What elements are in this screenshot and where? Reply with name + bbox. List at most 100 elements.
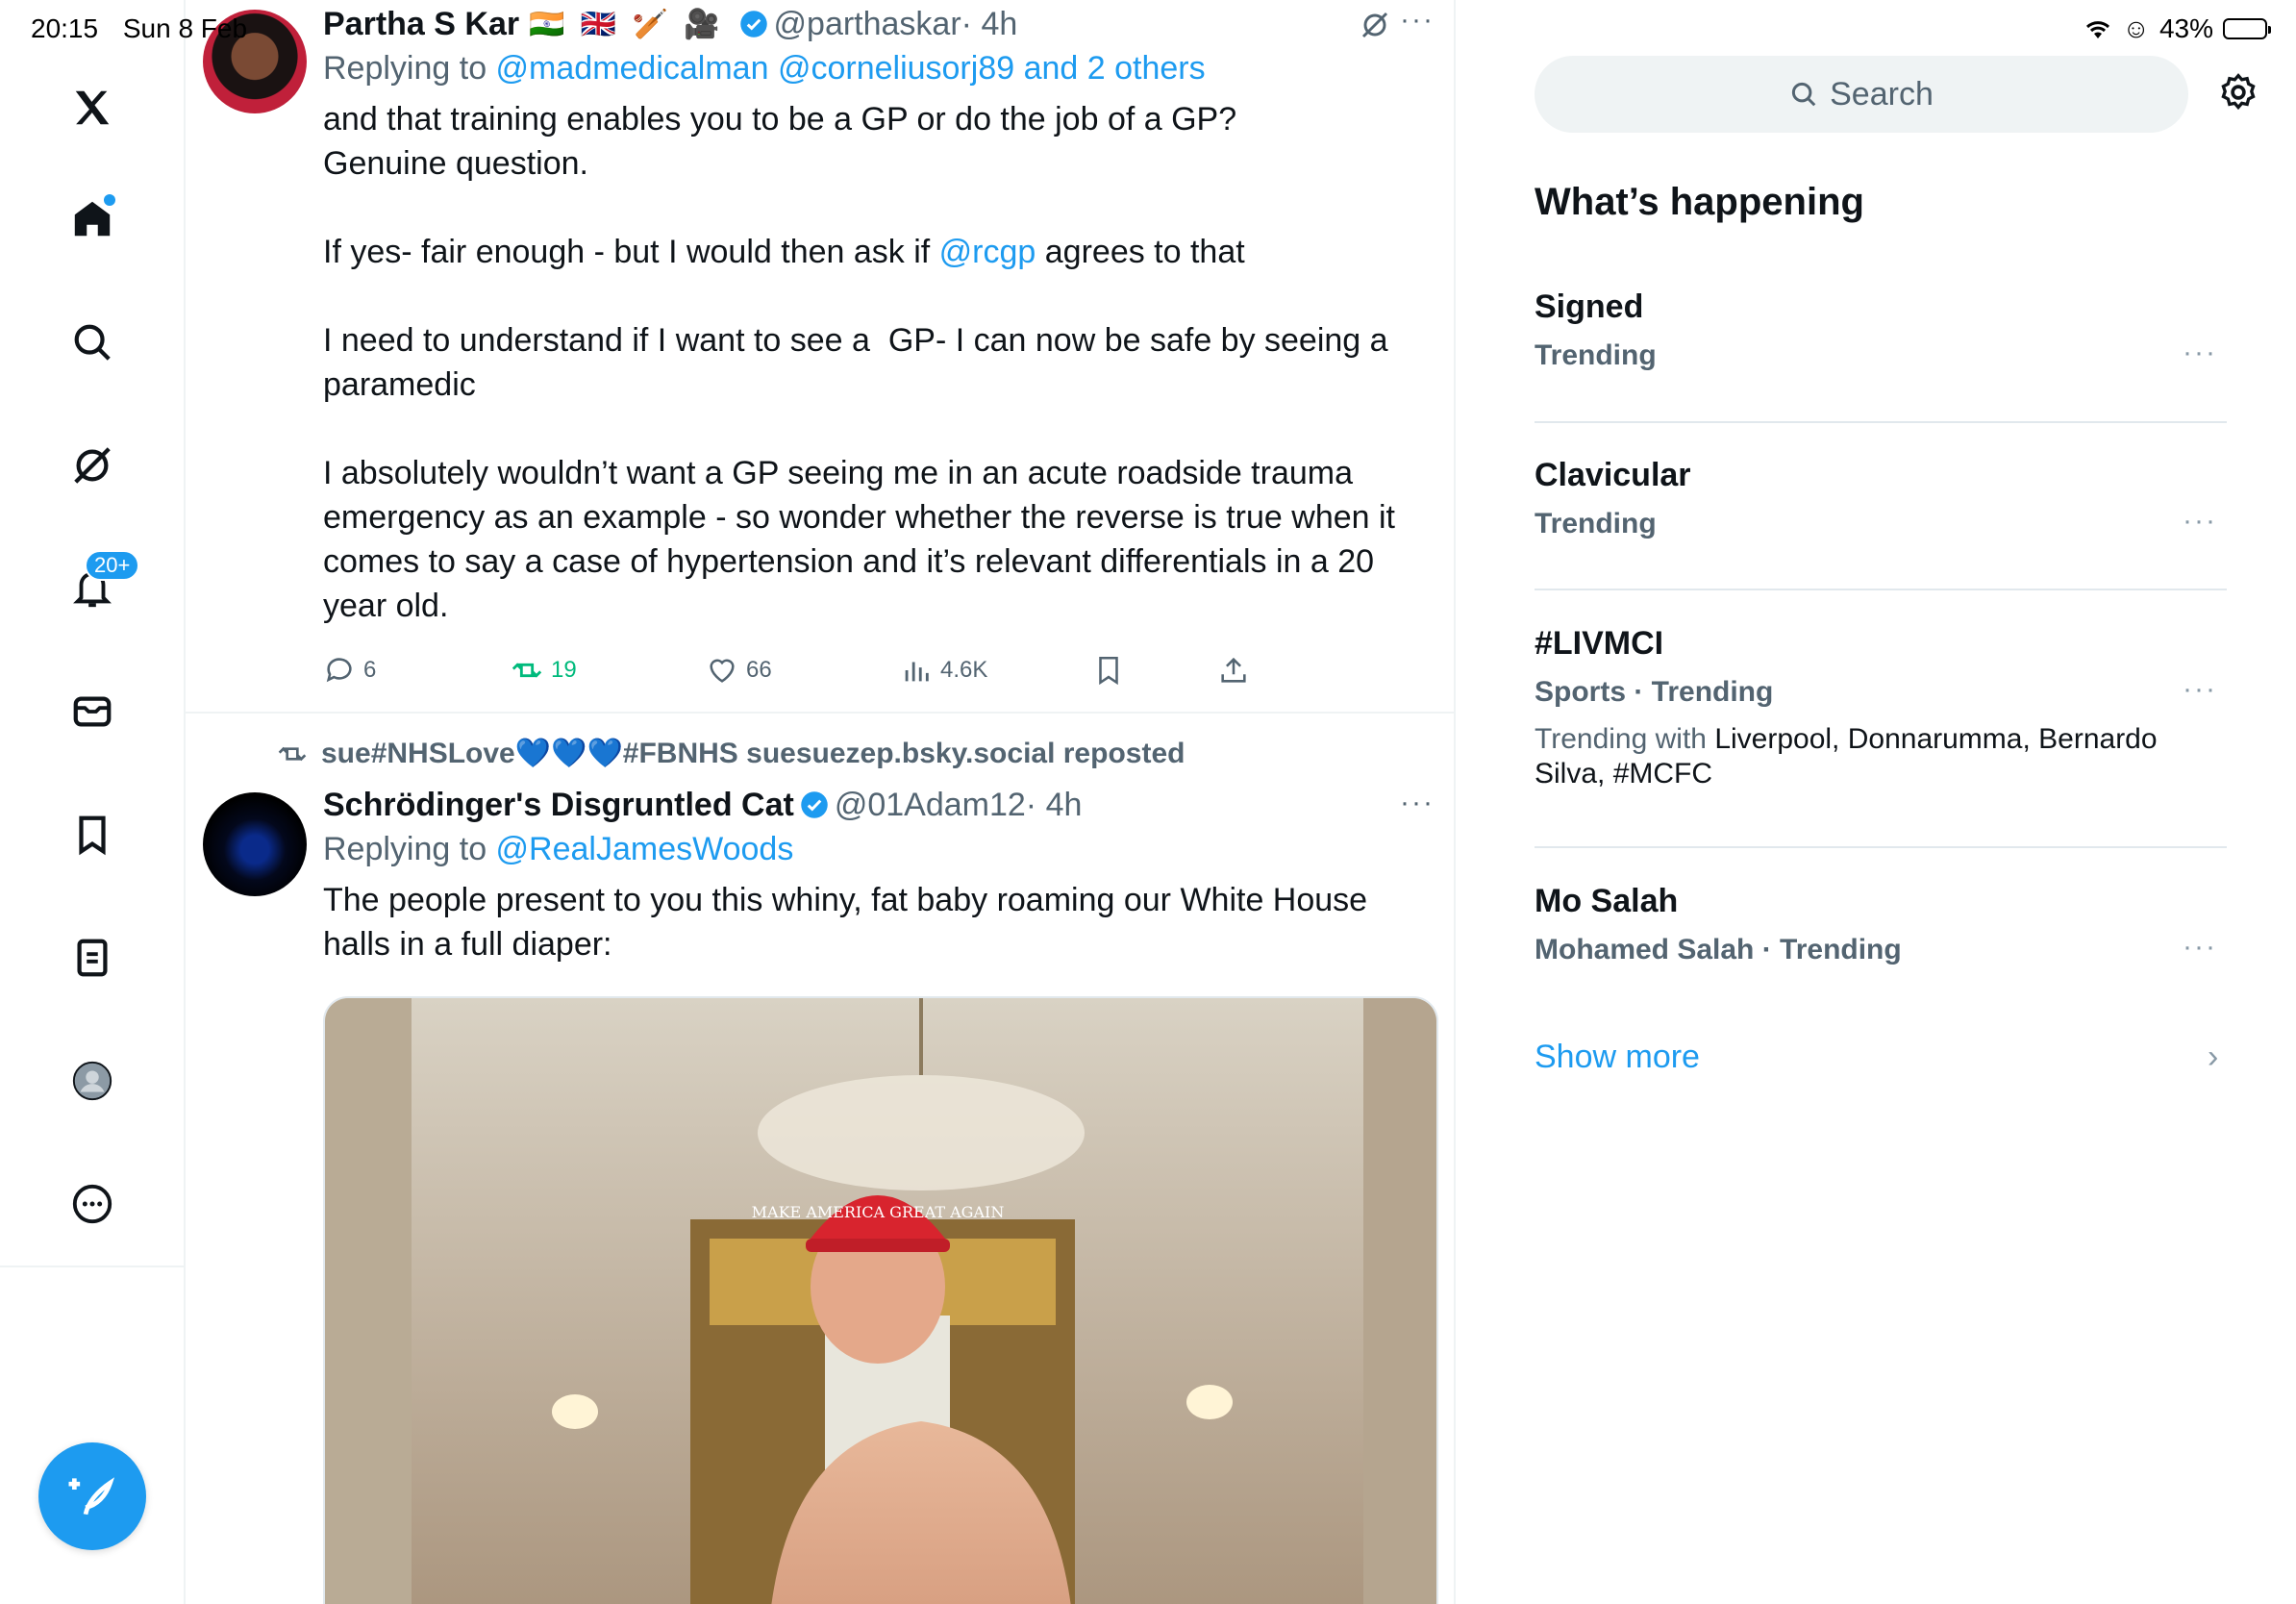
- replying-to: Replying to @madmedicalman @corneliusorj…: [323, 50, 1438, 88]
- trend-more-button[interactable]: ···: [2183, 337, 2217, 369]
- compose-feather-icon: [68, 1477, 115, 1516]
- heart-icon: [710, 659, 735, 683]
- like-count: 66: [746, 657, 772, 683]
- trend-item[interactable]: Clavicular Trending ···: [1535, 457, 2227, 540]
- gear-icon: [2221, 73, 2256, 111]
- right-sidebar: Search What’s happening Signed Trending …: [1458, 0, 2296, 1604]
- trend-item[interactable]: Signed Trending ···: [1535, 288, 2227, 372]
- replying-to: Replying to @RealJamesWoods: [323, 831, 1438, 868]
- trend-meta: Trending: [1535, 508, 1657, 539]
- notifications-bell-icon[interactable]: 20+: [63, 550, 140, 617]
- trend-divider: [1535, 846, 2227, 848]
- repost-context: sue#NHSLove💙💙💙#FBNHS suesuezep.bsky.soci…: [277, 737, 1185, 770]
- tweet[interactable]: Partha S Kar 🇮🇳 🇬🇧 🏏 🎥 @parthaskar · 4h …: [186, 0, 1454, 714]
- compose-post-button[interactable]: [38, 1442, 146, 1550]
- grok-icon: [1361, 12, 1388, 38]
- notifications-badge: 20+: [85, 550, 140, 581]
- tweet-header: Partha S Kar 🇮🇳 🇬🇧 🏏 🎥 @parthaskar · 4h: [323, 2, 1438, 46]
- tweet[interactable]: sue#NHSLove💙💙💙#FBNHS suesuezep.bsky.soci…: [186, 715, 1454, 1604]
- x-logo-icon[interactable]: [63, 79, 121, 137]
- replying-to-users[interactable]: @RealJamesWoods: [496, 831, 794, 867]
- tweet-content: Partha S Kar 🇮🇳 🇬🇧 🏏 🎥 @parthaskar · 4h …: [323, 2, 1438, 628]
- tweet-actions: 6 19 66 4.6K: [323, 654, 1246, 692]
- tweet-text: and that training enables you to be a GP…: [323, 97, 1438, 628]
- like-button[interactable]: 66: [706, 654, 772, 687]
- trend-title: Clavicular: [1535, 457, 1691, 493]
- trend-title: #LIVMCI: [1535, 625, 1664, 662]
- grok-icon[interactable]: [63, 437, 121, 494]
- trend-item[interactable]: Mo Salah Mohamed Salah · Trending ···: [1535, 883, 2227, 966]
- tweet-text: The people present to you this whiny, fa…: [323, 882, 1377, 963]
- trend-meta: Trending: [1535, 339, 1657, 371]
- search-icon[interactable]: [63, 313, 121, 371]
- lists-icon[interactable]: [63, 929, 121, 987]
- verified-badge-icon: [801, 791, 828, 818]
- nav-divider: [0, 1266, 186, 1267]
- more-options-icon[interactable]: [63, 1175, 121, 1233]
- author-handle[interactable]: @01Adam12: [835, 787, 1026, 824]
- trend-title: Mo Salah: [1535, 883, 1679, 919]
- trending-with: Trending with Liverpool, Donnarumma, Ber…: [1535, 722, 2227, 791]
- search-bar[interactable]: Search: [1535, 56, 2188, 133]
- mention-link[interactable]: @rcgp: [939, 234, 1036, 270]
- share-icon: [1221, 657, 1246, 683]
- bookmarks-icon[interactable]: [63, 806, 121, 864]
- views-button[interactable]: 4.6K: [900, 654, 987, 687]
- reply-button[interactable]: 6: [323, 654, 376, 687]
- status-time: 20:15: [31, 13, 99, 43]
- trending-with-prefix: Trending with: [1535, 723, 1715, 755]
- whats-happening-title: What’s happening: [1535, 181, 1864, 223]
- tweet-text-part2: agrees to that I need to understand if I…: [323, 234, 1395, 624]
- tweet-content: Schrödinger's Disgruntled Cat @01Adam12 …: [323, 783, 1438, 966]
- tweet-image[interactable]: MAKE AMERICA GREAT AGAIN: [323, 996, 1438, 1604]
- tweet-more-button[interactable]: ···: [1400, 4, 1435, 37]
- share-button[interactable]: [1217, 654, 1250, 687]
- status-bar-left: 20:15 Sun 8 Feb: [31, 13, 264, 44]
- views-count: 4.6K: [940, 657, 988, 683]
- hat-text: MAKE AMERICA GREAT AGAIN: [752, 1203, 1005, 1221]
- bookmark-button[interactable]: [1092, 654, 1125, 687]
- repost-small-icon: [278, 746, 307, 761]
- repost-button[interactable]: 19: [511, 654, 577, 687]
- replying-to-prefix: Replying to: [323, 831, 496, 867]
- trend-meta: Mohamed Salah · Trending: [1535, 934, 1902, 965]
- grok-explain-button[interactable]: [1360, 10, 1390, 45]
- tweet-time[interactable]: · 4h: [1026, 787, 1083, 824]
- verified-badge-icon: [739, 11, 767, 38]
- status-date: Sun 8 Feb: [122, 13, 248, 43]
- messages-icon[interactable]: [63, 683, 121, 740]
- author-name[interactable]: Schrödinger's Disgruntled Cat: [323, 787, 794, 824]
- search-placeholder: Search: [1830, 75, 1934, 113]
- trend-more-button[interactable]: ···: [2183, 931, 2217, 964]
- tweet-photo: MAKE AMERICA GREAT AGAIN: [325, 998, 1436, 1604]
- reply-icon: [326, 658, 352, 683]
- tweet-time[interactable]: · 4h: [961, 6, 1018, 43]
- search-icon: [1792, 82, 1816, 107]
- author-name-emojis: 🇮🇳 🇬🇧 🏏 🎥: [529, 8, 724, 40]
- chevron-right-icon: ›: [2208, 1039, 2219, 1075]
- show-more-link[interactable]: Show more: [1535, 1039, 1700, 1076]
- bookmark-icon: [1099, 656, 1118, 686]
- trend-more-button[interactable]: ···: [2183, 505, 2217, 538]
- trend-item[interactable]: #LIVMCI Sports · Trending Trending with …: [1535, 625, 2227, 791]
- repost-count: 19: [551, 657, 577, 683]
- author-name[interactable]: Partha S Kar: [323, 6, 519, 43]
- settings-button[interactable]: [2217, 71, 2259, 118]
- timeline[interactable]: Partha S Kar 🇮🇳 🇬🇧 🏏 🎥 @parthaskar · 4h …: [186, 0, 1456, 1604]
- trend-more-button[interactable]: ···: [2183, 673, 2217, 706]
- trend-divider: [1535, 589, 2227, 590]
- home-icon[interactable]: [63, 190, 121, 248]
- replying-to-users[interactable]: @madmedicalman @corneliusorj89 and 2 oth…: [496, 50, 1206, 87]
- home-unread-dot: [104, 194, 115, 206]
- author-avatar[interactable]: [203, 792, 307, 896]
- replying-to-prefix: Replying to: [323, 50, 496, 87]
- profile-avatar-icon[interactable]: [63, 1052, 121, 1110]
- trend-divider: [1535, 421, 2227, 423]
- tweet-more-button[interactable]: ···: [1400, 787, 1435, 819]
- reply-count: 6: [363, 657, 377, 683]
- repost-icon: [512, 663, 542, 678]
- views-chart-icon: [905, 662, 929, 682]
- tweet-header: Schrödinger's Disgruntled Cat @01Adam12 …: [323, 783, 1438, 827]
- reposted-by[interactable]: sue#NHSLove💙💙💙#FBNHS suesuezep.bsky.soci…: [321, 737, 1185, 770]
- author-handle[interactable]: @parthaskar: [774, 6, 961, 43]
